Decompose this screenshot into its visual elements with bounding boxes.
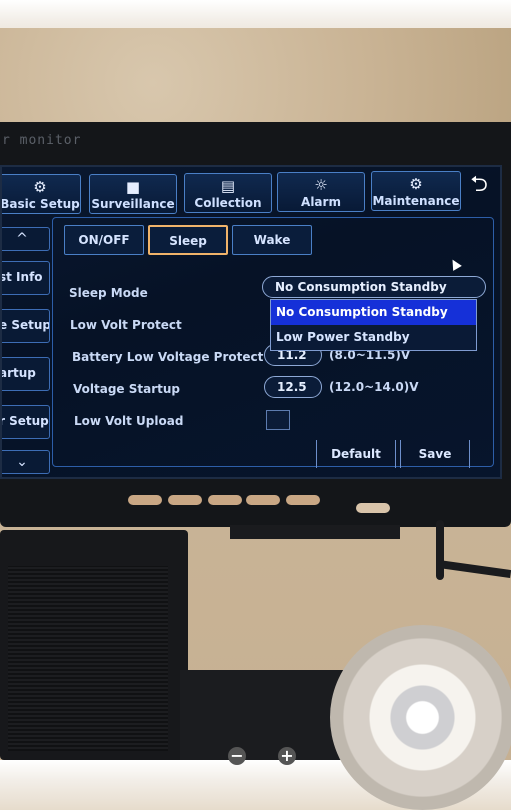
document-icon: ▤ [220,177,236,195]
monitor-hw-button-mode[interactable] [128,495,162,505]
tab-collection[interactable]: ▤ Collection [184,173,272,213]
wrench-gear-icon: ⚙ [409,175,423,193]
sidebar-item-startup[interactable]: artup [2,357,50,391]
back-arrow-icon[interactable]: ⮌ [465,172,493,198]
sleep-mode-label: Sleep Mode [69,286,148,300]
gear-icon: ⚙ [33,178,47,196]
monitor-hw-button-plus[interactable] [286,495,320,505]
camera-icon: ■ [125,178,141,196]
tab-alarm[interactable]: ☼ Alarm [277,172,365,212]
default-button[interactable]: Default [316,440,396,468]
subtab-sleep[interactable]: Sleep [148,225,228,255]
sidebar-item-time-setup[interactable]: e Setup [2,309,50,343]
zoom-out-icon[interactable]: − [228,747,246,765]
voltage-startup-input[interactable]: 12.5 [264,376,322,398]
sleep-mode-select[interactable]: No Consumption Standby [262,276,486,298]
speaker-box [0,530,188,760]
low-volt-upload-checkbox[interactable] [266,410,290,430]
low-volt-protect-label: Low Volt Protect [70,318,182,332]
battery-low-voltage-label: Battery Low Voltage Protect [72,350,264,364]
tab-maintenance[interactable]: ⚙ Maintenance [371,171,461,211]
monitor-hw-button-source[interactable] [168,495,202,505]
sleep-mode-dropdown: No Consumption Standby Low Power Standby [270,299,477,351]
sidebar-item-user-setup[interactable]: r Setup [2,405,50,439]
cable [436,520,444,580]
cable-segment [437,559,511,579]
monitor-brand-label: r monitor [2,133,82,148]
zoom-in-icon[interactable]: + [278,747,296,765]
sidebar-down-button[interactable]: ⌄ [2,450,50,474]
dropdown-option-low-power[interactable]: Low Power Standby [271,325,476,350]
subtab-wake[interactable]: Wake [232,225,312,255]
tab-label: Surveillance [91,197,175,211]
sidebar-item-host-info[interactable]: st Info [2,261,50,295]
monitor-power-button[interactable] [356,503,390,513]
tab-label: Alarm [301,195,341,209]
dropdown-option-no-consumption[interactable]: No Consumption Standby [271,300,476,325]
save-button[interactable]: Save [400,440,470,468]
tab-label: Basic Setup [0,197,80,211]
monitor-hw-button-menu[interactable] [208,495,242,505]
dvr-screen: ⚙ Basic Setup ■ Surveillance ▤ Collectio… [0,165,502,479]
tab-surveillance[interactable]: ■ Surveillance [89,174,177,214]
tab-label: Maintenance [372,194,460,208]
tab-basic-setup[interactable]: ⚙ Basic Setup [0,174,81,214]
voltage-startup-range: (12.0~14.0)V [329,380,419,394]
alarm-icon: ☼ [314,176,328,194]
cd-disc [330,625,511,810]
sidebar-up-button[interactable]: ^ [2,227,50,251]
voltage-startup-label: Voltage Startup [73,382,180,396]
monitor-hw-button-minus[interactable] [246,495,280,505]
monitor-stand [230,525,400,539]
subtab-on-off[interactable]: ON/OFF [64,225,144,255]
tab-label: Collection [194,196,262,210]
low-volt-upload-label: Low Volt Upload [74,414,184,428]
